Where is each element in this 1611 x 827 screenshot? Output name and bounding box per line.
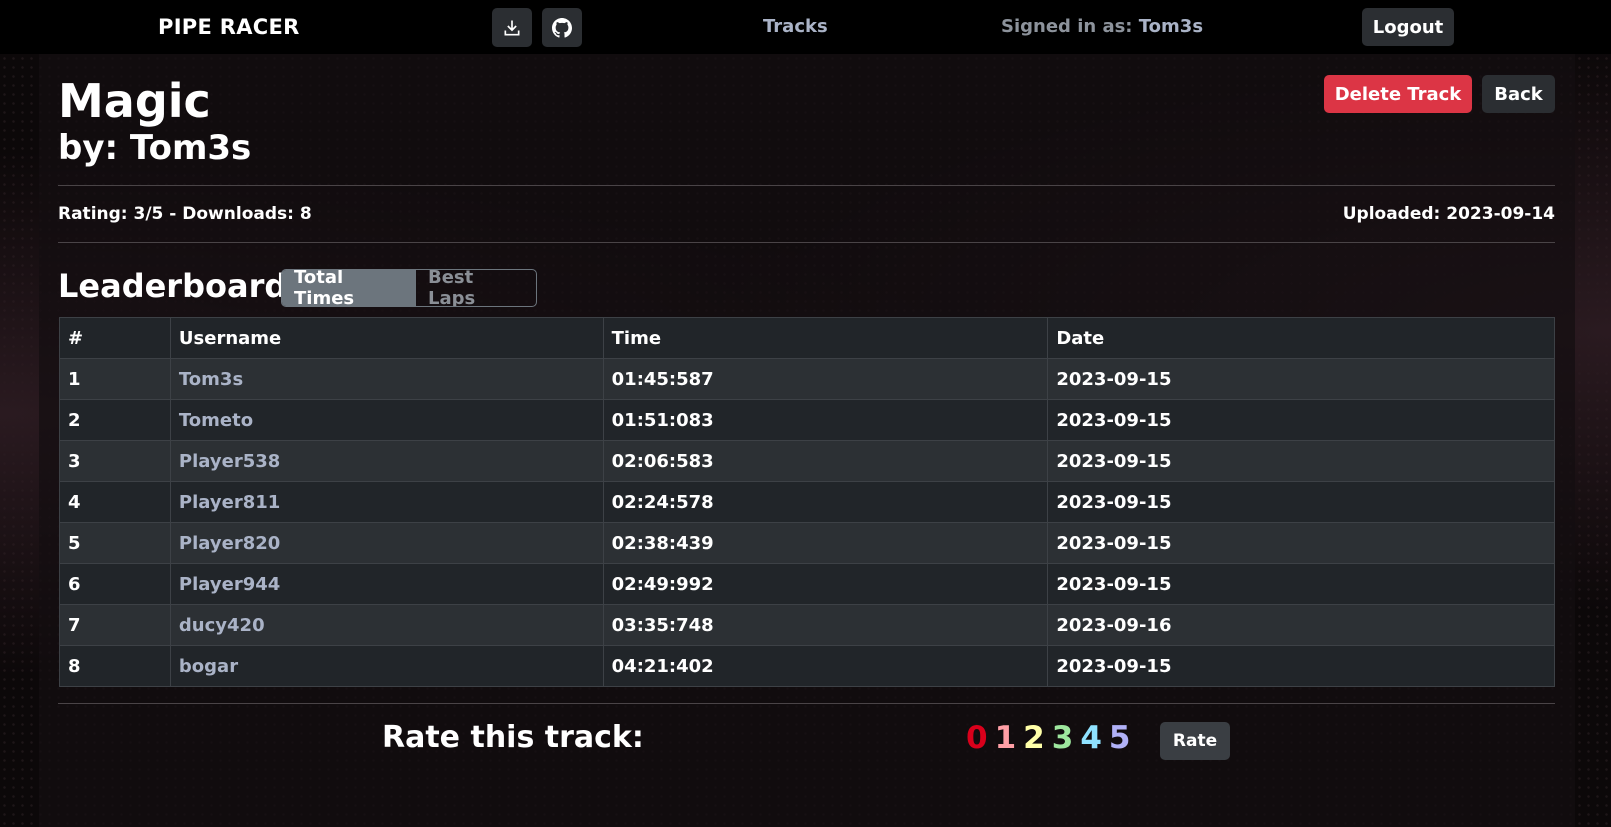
divider <box>58 242 1555 243</box>
track-stats: Rating: 3/5 - Downloads: 8 <box>58 204 312 224</box>
username-link[interactable]: Player538 <box>169 440 604 482</box>
brand-title[interactable]: PIPE RACER <box>158 15 300 39</box>
leaderboard-table: # Username Time Date 1 Tom3s 01:45:587 2… <box>59 317 1555 687</box>
track-title: Magic <box>58 74 211 128</box>
time-cell: 02:38:439 <box>602 522 1049 564</box>
username-link[interactable]: bogar <box>169 645 604 687</box>
date-cell: 2023-09-15 <box>1047 358 1555 400</box>
table-row: 8 bogar 04:21:402 2023-09-15 <box>59 645 1555 687</box>
time-cell: 04:21:402 <box>602 645 1049 687</box>
rank-cell: 8 <box>59 645 171 687</box>
rank-cell: 3 <box>59 440 171 482</box>
rate-button[interactable]: Rate <box>1160 722 1230 760</box>
github-button[interactable] <box>542 8 582 47</box>
date-cell: 2023-09-15 <box>1047 645 1555 687</box>
download-icon <box>504 20 520 35</box>
username-link[interactable]: Player811 <box>169 481 604 523</box>
time-cell: 01:45:587 <box>602 358 1049 400</box>
track-author: by: Tom3s <box>58 128 252 168</box>
signed-in-status: Signed in as: Tom3s <box>1001 16 1203 37</box>
navbar: PIPE RACER Tracks Signed in as: Tom3s Lo… <box>0 0 1611 54</box>
table-row: 2 Tometo 01:51:083 2023-09-15 <box>59 399 1555 441</box>
rating-option-4[interactable]: 4 <box>1080 718 1102 758</box>
rank-cell: 6 <box>59 563 171 605</box>
signed-in-prefix: Signed in as: <box>1001 16 1139 37</box>
table-row: 6 Player944 02:49:992 2023-09-15 <box>59 563 1555 605</box>
table-row: 7 ducy420 03:35:748 2023-09-16 <box>59 604 1555 646</box>
delete-track-button[interactable]: Delete Track <box>1324 75 1472 113</box>
rating-options: 0 1 2 3 4 5 <box>966 718 1130 758</box>
time-cell: 03:35:748 <box>602 604 1049 646</box>
date-cell: 2023-09-15 <box>1047 481 1555 523</box>
divider <box>58 703 1555 704</box>
column-header-time: Time <box>602 317 1049 359</box>
date-cell: 2023-09-15 <box>1047 522 1555 564</box>
date-cell: 2023-09-15 <box>1047 440 1555 482</box>
rating-option-3[interactable]: 3 <box>1052 718 1074 758</box>
table-header-row: # Username Time Date <box>59 317 1555 359</box>
date-cell: 2023-09-15 <box>1047 563 1555 605</box>
time-cell: 02:24:578 <box>602 481 1049 523</box>
tab-total-times[interactable]: Total Times <box>282 270 416 306</box>
rank-cell: 1 <box>59 358 171 400</box>
username-link[interactable]: ducy420 <box>169 604 604 646</box>
logout-button[interactable]: Logout <box>1362 8 1454 46</box>
upload-date: Uploaded: 2023-09-14 <box>1342 204 1555 224</box>
time-cell: 02:06:583 <box>602 440 1049 482</box>
column-header-date: Date <box>1047 317 1555 359</box>
table-row: 5 Player820 02:38:439 2023-09-15 <box>59 522 1555 564</box>
username-link[interactable]: Tometo <box>169 399 604 441</box>
date-cell: 2023-09-15 <box>1047 399 1555 441</box>
time-cell: 02:49:992 <box>602 563 1049 605</box>
github-icon <box>552 17 572 38</box>
rank-cell: 5 <box>59 522 171 564</box>
divider <box>58 185 1555 186</box>
back-button[interactable]: Back <box>1482 75 1555 113</box>
rating-option-5[interactable]: 5 <box>1109 718 1131 758</box>
time-cell: 01:51:083 <box>602 399 1049 441</box>
table-row: 4 Player811 02:24:578 2023-09-15 <box>59 481 1555 523</box>
table-row: 3 Player538 02:06:583 2023-09-15 <box>59 440 1555 482</box>
rate-track-label: Rate this track: <box>382 720 644 755</box>
tab-best-laps[interactable]: Best Laps <box>416 270 536 306</box>
username-link[interactable]: Player944 <box>169 563 604 605</box>
table-row: 1 Tom3s 01:45:587 2023-09-15 <box>59 358 1555 400</box>
download-button[interactable] <box>492 8 532 47</box>
tracks-link[interactable]: Tracks <box>763 16 828 37</box>
rank-cell: 2 <box>59 399 171 441</box>
leaderboard-title: Leaderboard <box>58 267 288 305</box>
signed-in-user-link[interactable]: Tom3s <box>1139 16 1203 37</box>
column-header-rank: # <box>59 317 171 359</box>
rank-cell: 4 <box>59 481 171 523</box>
date-cell: 2023-09-16 <box>1047 604 1555 646</box>
rating-option-1[interactable]: 1 <box>995 718 1017 758</box>
rank-cell: 7 <box>59 604 171 646</box>
leaderboard-toggle: Total Times Best Laps <box>281 269 537 307</box>
username-link[interactable]: Tom3s <box>169 358 604 400</box>
rating-option-0[interactable]: 0 <box>966 718 988 758</box>
username-link[interactable]: Player820 <box>169 522 604 564</box>
column-header-username: Username <box>169 317 604 359</box>
rating-option-2[interactable]: 2 <box>1023 718 1045 758</box>
